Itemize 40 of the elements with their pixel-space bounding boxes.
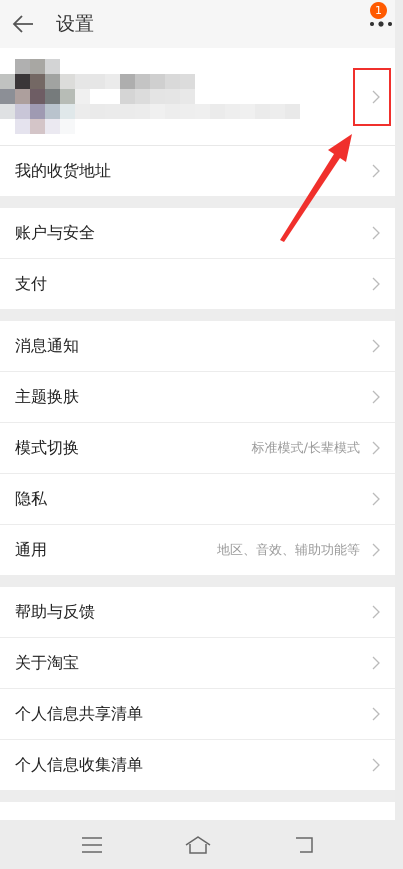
chevron-right-icon: [372, 90, 380, 104]
chevron-right-icon: [372, 605, 380, 619]
chevron-right-icon: [372, 707, 380, 721]
menu-icon[interactable]: [82, 836, 102, 852]
profile-row[interactable]: [0, 48, 395, 146]
page-title: 设置: [56, 12, 95, 37]
chevron-right-icon: [372, 339, 380, 353]
item-label: 个人信息共享清单: [15, 704, 144, 724]
chevron-right-icon: [372, 390, 380, 404]
item-value: 地区、音效、辅助功能等: [217, 542, 360, 559]
annotation-box: [353, 68, 391, 126]
notification-badge: 1: [370, 2, 387, 19]
chevron-right-icon: [372, 656, 380, 670]
chevron-right-icon: [372, 543, 380, 557]
item-label: 支付: [15, 274, 48, 294]
item-label: 个人信息收集清单: [15, 754, 144, 776]
item-label: 主题换肤: [15, 386, 80, 408]
more-icon: [369, 21, 393, 27]
chevron-right-icon: [372, 164, 380, 178]
item-value: 标准模式/长辈模式: [252, 440, 360, 457]
settings-item[interactable]: 支付: [0, 259, 395, 309]
item-label: 模式切换: [15, 438, 80, 458]
back-arrow-icon[interactable]: [12, 15, 34, 33]
settings-item[interactable]: 个人信息收集清单: [0, 740, 395, 790]
item-label: 帮助与反馈: [15, 602, 96, 622]
chevron-right-icon: [372, 492, 380, 506]
chevron-right-icon: [372, 226, 380, 240]
item-label: 消息通知: [15, 336, 80, 356]
back-icon[interactable]: [294, 836, 314, 854]
item-label: 通用: [15, 540, 48, 560]
item-label: 隐私: [15, 488, 48, 510]
chevron-right-icon: [372, 441, 380, 455]
chevron-right-icon: [372, 277, 380, 291]
home-icon[interactable]: [184, 836, 210, 854]
item-label: 账户与安全: [15, 222, 96, 244]
settings-item[interactable]: 通用 地区、音效、辅助功能等: [0, 525, 395, 575]
settings-item[interactable]: 我的收货地址: [0, 146, 395, 196]
chevron-right-icon: [372, 758, 380, 772]
item-label: 关于淘宝: [15, 652, 80, 674]
item-label: 我的收货地址: [15, 160, 112, 182]
